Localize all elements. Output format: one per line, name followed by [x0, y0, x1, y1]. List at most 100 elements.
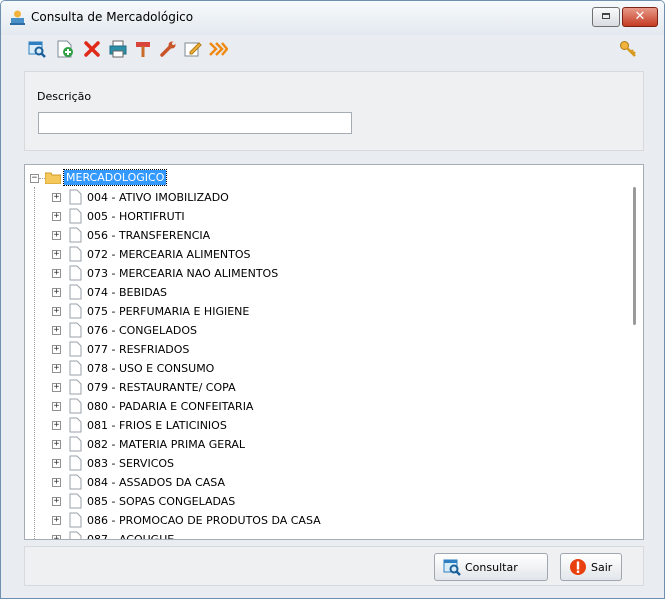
wrench-button[interactable] — [158, 39, 178, 59]
tree-item-label: 075 - PERFUMARIA E HIGIENE — [87, 305, 250, 318]
document-icon — [69, 303, 82, 319]
expand-icon[interactable]: + — [52, 535, 61, 539]
consultar-button[interactable]: Consultar — [434, 553, 548, 581]
edit-button[interactable] — [183, 39, 203, 59]
tree-item-label: 087 - ACOUGUE — [87, 533, 175, 540]
category-tree[interactable]: − MERCADOLOGICO + 004 - ATIVO IMOBILIZAD… — [24, 164, 644, 540]
expand-icon[interactable]: + — [52, 212, 61, 221]
document-icon — [69, 227, 82, 243]
edit-icon — [184, 42, 202, 57]
exit-icon — [570, 559, 586, 575]
tree-item-label: 080 - PADARIA E CONFEITARIA — [87, 400, 254, 413]
new-document-icon — [57, 40, 73, 58]
restore-button[interactable] — [592, 7, 620, 27]
expand-icon[interactable]: + — [52, 193, 61, 202]
expand-icon[interactable]: + — [52, 250, 61, 259]
expand-icon[interactable]: + — [52, 497, 61, 506]
document-icon — [69, 474, 82, 490]
document-icon — [69, 531, 82, 539]
tree-item-label: 076 - CONGELADOS — [87, 324, 198, 337]
document-icon — [69, 322, 82, 338]
delete-button[interactable] — [82, 39, 102, 59]
hammer-icon — [136, 42, 150, 57]
expand-icon[interactable]: + — [52, 326, 61, 335]
wrench-icon — [160, 41, 176, 57]
description-label: Descrição — [37, 90, 92, 103]
tree-item-label: 084 - ASSADOS DA CASA — [87, 476, 225, 489]
document-icon — [69, 512, 82, 528]
filter-panel: Descrição — [24, 71, 644, 151]
close-icon: ✕ — [634, 9, 646, 24]
hammer-button[interactable] — [133, 39, 153, 59]
app-icon — [10, 10, 25, 25]
expand-icon[interactable]: + — [52, 307, 61, 316]
advance-button[interactable] — [208, 39, 228, 59]
tree-item-label: 078 - USO E CONSUMO — [87, 362, 215, 375]
expand-icon[interactable]: + — [52, 269, 61, 278]
key-icon — [620, 41, 636, 57]
key-button[interactable] — [618, 39, 638, 59]
chevrons-icon — [209, 42, 228, 56]
document-icon — [69, 417, 82, 433]
print-button[interactable] — [108, 39, 128, 59]
expand-icon[interactable]: + — [52, 402, 61, 411]
expand-icon[interactable]: + — [52, 383, 61, 392]
search-icon — [28, 41, 46, 58]
document-icon — [69, 493, 82, 509]
main-window: Consulta de Mercadológico ✕ Descrição − … — [0, 0, 665, 599]
tree-connector — [34, 187, 35, 539]
restore-icon — [602, 13, 610, 19]
tree-root-label: MERCADOLOGICO — [62, 169, 168, 186]
document-icon — [69, 455, 82, 471]
folder-icon — [45, 172, 61, 184]
toolbar — [1, 35, 664, 65]
window-title: Consulta de Mercadológico — [31, 10, 194, 24]
document-icon — [69, 284, 82, 300]
title-bar[interactable]: Consulta de Mercadológico ✕ — [1, 1, 664, 35]
tree-item-label: 073 - MERCEARIA NAO ALIMENTOS — [87, 267, 279, 280]
tree-item-label: 079 - RESTAURANTE/ COPA — [87, 381, 236, 394]
expand-icon[interactable]: + — [52, 440, 61, 449]
tree-item-label: 077 - RESFRIADOS — [87, 343, 190, 356]
tree-item-label: 086 - PROMOCAO DE PRODUTOS DA CASA — [87, 514, 321, 527]
tree-item-label: 085 - SOPAS CONGELADAS — [87, 495, 236, 508]
expand-icon[interactable]: + — [52, 364, 61, 373]
collapse-icon[interactable]: − — [30, 174, 39, 183]
description-input[interactable] — [38, 112, 352, 134]
document-icon — [69, 341, 82, 357]
tree-item-label: 004 - ATIVO IMOBILIZADO — [87, 191, 229, 204]
tree-item-label: 072 - MERCEARIA ALIMENTOS — [87, 248, 251, 261]
sair-label: Sair — [591, 560, 613, 574]
search-button[interactable] — [27, 39, 47, 59]
search-icon — [443, 559, 461, 576]
tree-item-label: 081 - FRIOS E LATICINIOS — [87, 419, 227, 432]
tree-item-label: 082 - MATERIA PRIMA GERAL — [87, 438, 246, 451]
document-icon — [69, 208, 82, 224]
document-icon — [69, 189, 82, 205]
expand-icon[interactable]: + — [52, 231, 61, 240]
expand-icon[interactable]: + — [52, 345, 61, 354]
expand-icon[interactable]: + — [52, 421, 61, 430]
expand-icon[interactable]: + — [52, 516, 61, 525]
new-button[interactable] — [55, 39, 75, 59]
document-icon — [69, 398, 82, 414]
tree-item-label: 056 - TRANSFERENCIA — [87, 229, 211, 242]
close-button[interactable]: ✕ — [622, 7, 658, 27]
sair-button[interactable]: Sair — [560, 553, 622, 581]
expand-icon[interactable]: + — [52, 288, 61, 297]
document-icon — [69, 360, 82, 376]
document-icon — [69, 265, 82, 281]
tree-scrollbar-thumb[interactable] — [633, 187, 636, 325]
tree-item-label: 005 - HORTIFRUTI — [87, 210, 185, 223]
document-icon — [69, 379, 82, 395]
expand-icon[interactable]: + — [52, 459, 61, 468]
tree-item-label: 083 - SERVICOS — [87, 457, 175, 470]
consultar-label: Consultar — [465, 560, 518, 574]
delete-icon — [84, 41, 100, 57]
print-icon — [109, 40, 127, 58]
expand-icon[interactable]: + — [52, 478, 61, 487]
document-icon — [69, 436, 82, 452]
document-icon — [69, 246, 82, 262]
action-bar: Consultar Sair — [24, 546, 644, 586]
tree-item-label: 074 - BEBIDAS — [87, 286, 168, 299]
